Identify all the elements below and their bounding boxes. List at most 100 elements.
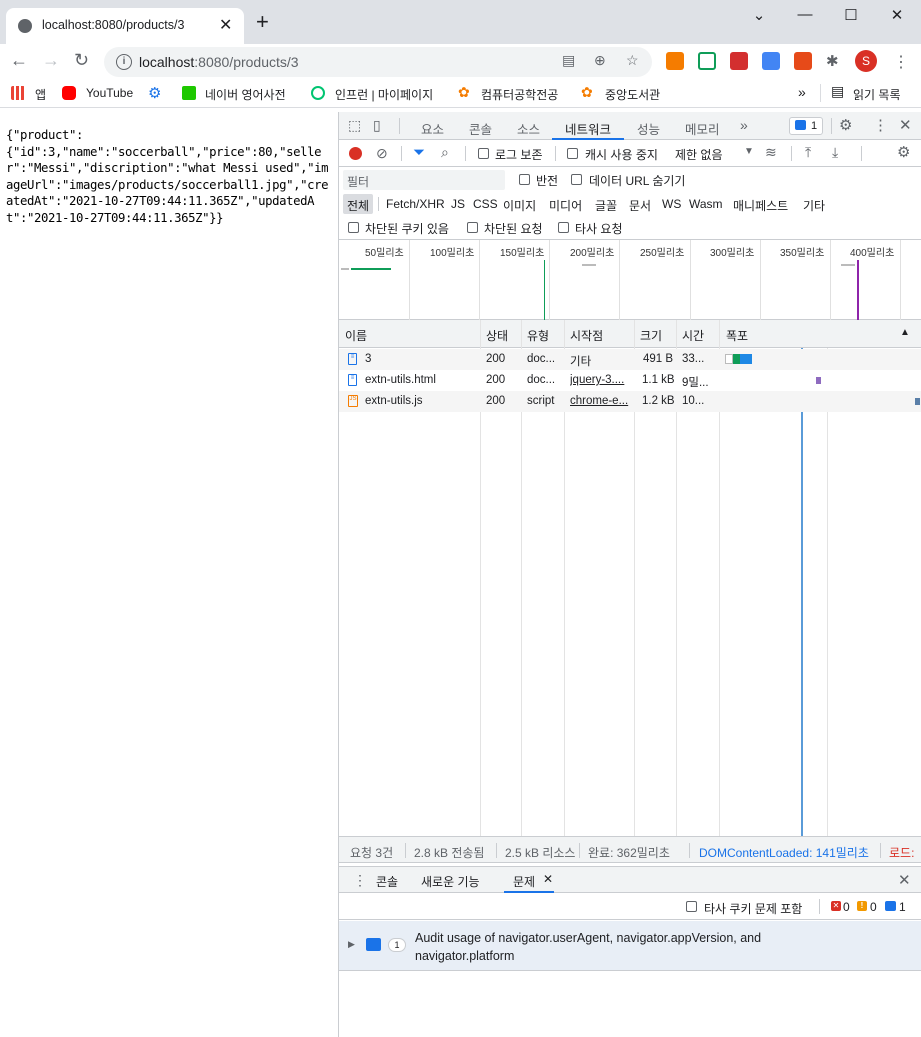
pdf-extension-icon[interactable] [730, 52, 748, 70]
type-filter-all[interactable]: 전체 [347, 197, 369, 214]
extension-icon[interactable] [698, 52, 716, 70]
inspect-element-icon[interactable]: ⬚ [348, 117, 361, 134]
invert-checkbox[interactable] [519, 174, 530, 185]
tab-elements[interactable]: 요소 [421, 119, 444, 138]
drawer-tab-console[interactable]: 콘솔 [376, 873, 398, 890]
bookmark-naver-dict[interactable]: 네이버 영어사전 [205, 86, 286, 103]
more-bookmarks-icon[interactable]: » [798, 84, 806, 100]
overview-timeline[interactable]: 50밀리초 100밀리초 150밀리초 200밀리초 250밀리초 300밀리초… [339, 240, 921, 320]
puzzle-icon[interactable]: ✱ [826, 52, 839, 70]
type-filter-img[interactable]: 이미지 [503, 197, 536, 214]
bookmark-inflearn[interactable]: 인프런 | 마이페이지 [335, 86, 433, 103]
new-tab-button[interactable]: + [256, 11, 269, 33]
col-size[interactable]: 크기 [640, 327, 662, 344]
close-devtools-icon[interactable]: ✕ [899, 116, 912, 134]
tab-network[interactable]: 네트워크 [565, 119, 611, 138]
issues-badge[interactable]: 1 [789, 117, 823, 135]
request-name[interactable]: 3 [365, 353, 477, 365]
filter-input[interactable]: 필터 [343, 170, 505, 190]
chevron-down-icon[interactable]: ▼ [744, 146, 754, 157]
blocked-cookies-checkbox[interactable] [348, 222, 359, 233]
sort-ascending-icon[interactable]: ▲ [900, 327, 910, 338]
close-tab-icon[interactable]: ✕ [219, 15, 232, 35]
type-filter-font[interactable]: 글꼴 [595, 197, 617, 214]
forward-icon[interactable]: → [42, 50, 60, 71]
maximize-button[interactable]: ☐ [828, 6, 874, 24]
wifi-settings-icon[interactable]: ≋ [765, 144, 777, 161]
back-icon[interactable]: ← [10, 50, 28, 71]
settings-gear-icon[interactable]: ⚙ [839, 116, 852, 134]
drawer-tab-whats-new[interactable]: 새로운 기능 [421, 873, 480, 890]
col-status[interactable]: 상태 [486, 327, 508, 344]
download-har-icon[interactable]: ⤓ [832, 144, 838, 161]
hide-data-urls-checkbox[interactable] [571, 174, 582, 185]
record-icon[interactable] [349, 147, 362, 160]
bookmark-apps[interactable]: 앱 [35, 86, 46, 103]
tab-console[interactable]: 콘솔 [469, 119, 492, 138]
type-filter-media[interactable]: 미디어 [549, 197, 582, 214]
issue-row[interactable]: ▶ 1 Audit usage of navigator.userAgent, … [339, 921, 921, 971]
col-time[interactable]: 시간 [682, 327, 704, 344]
drawer-tab-issues[interactable]: 문제 [513, 873, 535, 890]
preserve-log-checkbox[interactable] [478, 148, 489, 159]
bookmark-star-icon[interactable]: ☆ [626, 52, 639, 69]
bookmark-youtube[interactable]: YouTube [86, 86, 133, 100]
type-filter-doc[interactable]: 문서 [629, 197, 651, 214]
throttle-select[interactable]: 제한 없음 [675, 146, 723, 163]
request-name[interactable]: extn-utils.html [365, 374, 477, 386]
request-name[interactable]: extn-utils.js [365, 395, 477, 407]
tab-search-icon[interactable]: ⌄ [736, 6, 782, 24]
google-translate-icon[interactable] [762, 52, 780, 70]
col-name[interactable]: 이름 [345, 327, 367, 344]
type-filter-manifest[interactable]: 매니페스트 [733, 197, 788, 214]
third-party-checkbox[interactable] [558, 222, 569, 233]
drawer-menu-icon[interactable]: ⋮ [353, 872, 367, 889]
request-initiator-link[interactable]: jquery-3.... [570, 374, 633, 386]
close-window-button[interactable]: ✕ [874, 6, 920, 24]
type-filter-css[interactable]: CSS [473, 197, 498, 211]
close-drawer-icon[interactable]: ✕ [898, 871, 911, 889]
request-initiator-link[interactable]: chrome-e... [570, 395, 633, 407]
reading-list[interactable]: 읽기 목록 [853, 86, 901, 103]
site-info-icon[interactable]: i [116, 54, 132, 70]
device-toolbar-icon[interactable]: ▯ [373, 117, 381, 134]
upload-har-icon[interactable]: ⤒ [805, 144, 811, 161]
devtools-menu-icon[interactable]: ⋮ [873, 116, 888, 134]
gear-icon[interactable]: ⚙ [148, 84, 161, 102]
tab-memory[interactable]: 메모리 [685, 119, 720, 138]
type-filter-other[interactable]: 기타 [803, 197, 825, 214]
type-filter-xhr[interactable]: Fetch/XHR [386, 197, 445, 211]
tab-performance[interactable]: 성능 [637, 119, 660, 138]
more-tabs-icon[interactable]: » [740, 117, 748, 133]
minimize-button[interactable]: — [782, 6, 828, 23]
profile-avatar[interactable]: S [855, 50, 877, 72]
expand-arrow-icon[interactable]: ▶ [348, 939, 355, 950]
blocked-requests-checkbox[interactable] [467, 222, 478, 233]
clear-icon[interactable]: ⊘ [376, 145, 388, 162]
col-type[interactable]: 유형 [527, 327, 549, 344]
browser-tab[interactable]: localhost:8080/products/3 ✕ [6, 8, 244, 44]
tab-sources[interactable]: 소스 [517, 119, 540, 138]
bookmark-library[interactable]: 중앙도서관 [605, 86, 660, 103]
third-party-cookie-checkbox[interactable] [686, 901, 697, 912]
extension-icon[interactable] [794, 52, 812, 70]
zoom-icon[interactable]: ⊕ [594, 52, 606, 69]
table-row[interactable]: ≡ extn-utils.html 200 doc... jquery-3...… [339, 370, 921, 391]
table-row[interactable]: JS extn-utils.js 200 script chrome-e... … [339, 391, 921, 412]
url-text[interactable]: localhost:8080/products/3 [139, 54, 299, 70]
reload-icon[interactable]: ↻ [74, 50, 89, 71]
close-issues-tab-icon[interactable]: ✕ [543, 872, 553, 886]
col-initiator[interactable]: 시작점 [570, 327, 603, 344]
translate-icon[interactable]: ▤ [562, 52, 575, 69]
type-filter-wasm[interactable]: Wasm [689, 197, 723, 211]
disable-cache-checkbox[interactable] [567, 148, 578, 159]
col-waterfall[interactable]: 폭포 [726, 327, 748, 344]
extension-icon[interactable] [666, 52, 684, 70]
filter-icon[interactable]: ⏷ [413, 144, 425, 161]
network-settings-icon[interactable]: ⚙ [897, 143, 910, 161]
search-icon[interactable]: ⌕ [441, 144, 449, 161]
kebab-menu-icon[interactable]: ⋮ [893, 52, 909, 72]
type-filter-ws[interactable]: WS [662, 197, 681, 211]
bookmark-cse[interactable]: 컴퓨터공학전공 [481, 86, 558, 103]
table-row[interactable]: ≡ 3 200 doc... 기타 491 B 33... [339, 349, 921, 370]
